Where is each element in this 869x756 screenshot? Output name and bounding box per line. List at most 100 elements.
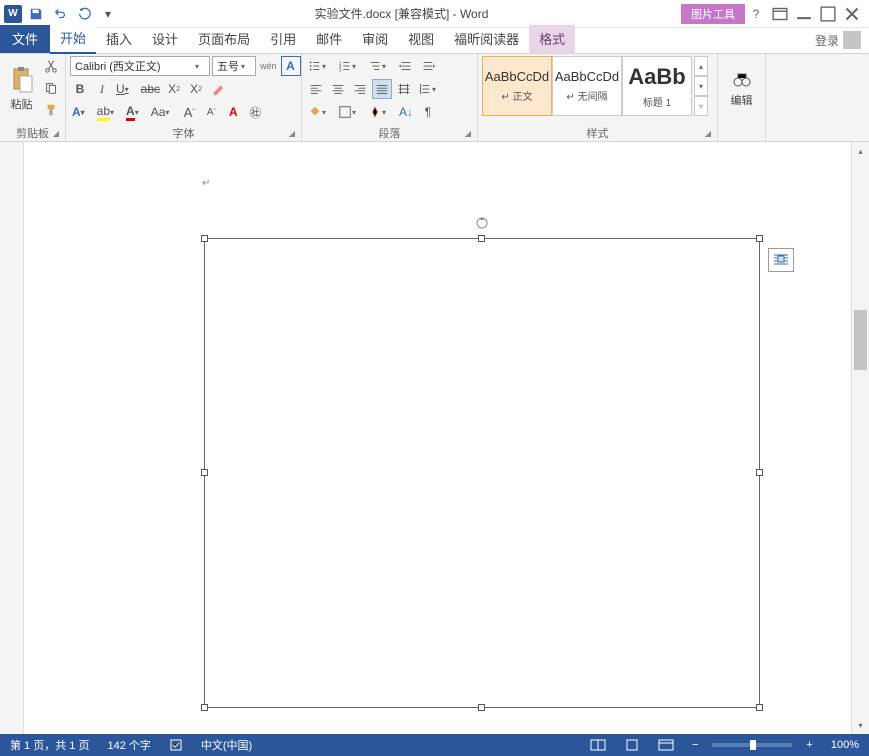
ribbon-options-button[interactable]	[769, 4, 791, 24]
sort-button[interactable]: A↓	[396, 102, 416, 122]
tab-references[interactable]: 引用	[260, 25, 306, 53]
grow-font-button[interactable]: Aˆ	[179, 102, 199, 122]
paste-button[interactable]: 粘贴	[4, 56, 39, 122]
maximize-button[interactable]	[817, 4, 839, 24]
layout-options-button[interactable]	[768, 248, 794, 272]
vertical-scrollbar[interactable]: ▴ ▾	[851, 142, 869, 734]
resize-handle-bl[interactable]	[201, 704, 208, 711]
zoom-slider-thumb[interactable]	[750, 740, 756, 750]
snap-to-grid-button[interactable]: ▾	[366, 102, 394, 122]
styles-launcher[interactable]: ◢	[703, 129, 713, 139]
tab-foxit[interactable]: 福昕阅读器	[444, 25, 529, 53]
vertical-ruler[interactable]	[0, 142, 24, 734]
selected-picture[interactable]	[204, 238, 760, 708]
resize-handle-br[interactable]	[756, 704, 763, 711]
tab-mailings[interactable]: 邮件	[306, 25, 352, 53]
view-read-button[interactable]	[586, 734, 610, 756]
zoom-out-button[interactable]: −	[688, 734, 702, 756]
resize-handle-tm[interactable]	[478, 235, 485, 242]
gallery-more[interactable]: ▿	[694, 96, 708, 116]
increase-indent-button[interactable]	[418, 56, 438, 76]
multilevel-list-button[interactable]: ▾	[366, 56, 394, 76]
style-no-spacing[interactable]: AaBbCcDd ↵ 无间隔	[552, 56, 622, 116]
scroll-up[interactable]: ▴	[852, 142, 869, 160]
char-border-button[interactable]: A	[281, 56, 301, 76]
tab-format[interactable]: 格式	[529, 25, 575, 53]
subscript-button[interactable]: X2	[164, 79, 184, 99]
cut-button[interactable]	[41, 56, 61, 76]
word-count[interactable]: 142 个字	[103, 734, 154, 756]
resize-handle-bm[interactable]	[478, 704, 485, 711]
document-canvas[interactable]: ↵	[24, 142, 851, 734]
underline-button[interactable]: U ▾	[114, 79, 137, 99]
undo-button[interactable]	[50, 4, 70, 24]
zoom-level[interactable]: 100%	[827, 734, 863, 756]
style-heading1[interactable]: AaBb 标题 1	[622, 56, 692, 116]
font-name-combo[interactable]: Calibri (西文正文)▾	[70, 56, 210, 76]
format-painter-button[interactable]	[41, 100, 61, 120]
copy-button[interactable]	[41, 78, 61, 98]
login-button[interactable]: 登录	[807, 27, 869, 53]
tab-design[interactable]: 设计	[142, 25, 188, 53]
resize-handle-ml[interactable]	[201, 469, 208, 476]
clipboard-launcher[interactable]: ◢	[51, 129, 61, 139]
justify-button[interactable]	[372, 79, 392, 99]
view-print-button[interactable]	[620, 734, 644, 756]
find-button[interactable]: 编辑	[722, 56, 761, 122]
scroll-track[interactable]	[852, 160, 869, 716]
scroll-down[interactable]: ▾	[852, 716, 869, 734]
gallery-up[interactable]: ▴	[694, 56, 708, 76]
proofing-button[interactable]	[165, 734, 187, 756]
borders-button[interactable]: ▾	[336, 102, 364, 122]
redo-button[interactable]	[74, 4, 94, 24]
help-button[interactable]: ?	[745, 4, 767, 24]
gallery-down[interactable]: ▾	[694, 76, 708, 96]
show-marks-button[interactable]: ¶	[418, 102, 438, 122]
enclose-char-button[interactable]: A	[223, 102, 243, 122]
shading-button[interactable]: ▾	[306, 102, 334, 122]
tab-review[interactable]: 审阅	[352, 25, 398, 53]
font-launcher[interactable]: ◢	[287, 129, 297, 139]
minimize-button[interactable]	[793, 4, 815, 24]
tab-home[interactable]: 开始	[50, 24, 96, 54]
clear-formatting-button[interactable]	[208, 79, 228, 99]
rotate-handle[interactable]	[476, 217, 488, 229]
align-left-button[interactable]	[306, 79, 326, 99]
close-button[interactable]	[841, 4, 863, 24]
superscript-button[interactable]: X2	[186, 79, 206, 99]
resize-handle-mr[interactable]	[756, 469, 763, 476]
font-size-combo[interactable]: 五号▾	[212, 56, 256, 76]
decrease-indent-button[interactable]	[396, 56, 416, 76]
numbering-button[interactable]: 123▾	[336, 56, 364, 76]
scroll-thumb[interactable]	[854, 310, 867, 370]
phonetic-guide-button[interactable]: wén	[258, 56, 279, 76]
tab-view[interactable]: 视图	[398, 25, 444, 53]
paragraph-launcher[interactable]: ◢	[463, 129, 473, 139]
align-right-button[interactable]	[350, 79, 370, 99]
save-button[interactable]	[26, 4, 46, 24]
distribute-button[interactable]	[394, 79, 414, 99]
language-indicator[interactable]: 中文(中国)	[197, 734, 256, 756]
align-center-button[interactable]	[328, 79, 348, 99]
circled-char-button[interactable]: ㊓	[245, 102, 265, 122]
style-normal[interactable]: AaBbCcDd ↵ 正文	[482, 56, 552, 116]
tab-layout[interactable]: 页面布局	[188, 25, 260, 53]
page-indicator[interactable]: 第 1 页，共 1 页	[6, 734, 93, 756]
strike-button[interactable]: abc	[139, 79, 162, 99]
char-shading-button[interactable]: Aa▾	[149, 102, 178, 122]
resize-handle-tr[interactable]	[756, 235, 763, 242]
bold-button[interactable]: B	[70, 79, 90, 99]
italic-button[interactable]: I	[92, 79, 112, 99]
highlight-button[interactable]: ab▾	[95, 102, 122, 122]
line-spacing-button[interactable]: ▾	[416, 79, 444, 99]
zoom-in-button[interactable]: +	[802, 734, 816, 756]
view-web-button[interactable]	[654, 734, 678, 756]
bullets-button[interactable]: ▾	[306, 56, 334, 76]
shrink-font-button[interactable]: Aˇ	[201, 102, 221, 122]
tab-insert[interactable]: 插入	[96, 25, 142, 53]
text-effects-button[interactable]: A▾	[70, 102, 93, 122]
font-color-button[interactable]: A▾	[124, 102, 147, 122]
zoom-slider[interactable]	[712, 743, 792, 747]
qat-customize-dropdown[interactable]: ▾	[98, 4, 118, 24]
tab-file[interactable]: 文件	[0, 25, 50, 53]
